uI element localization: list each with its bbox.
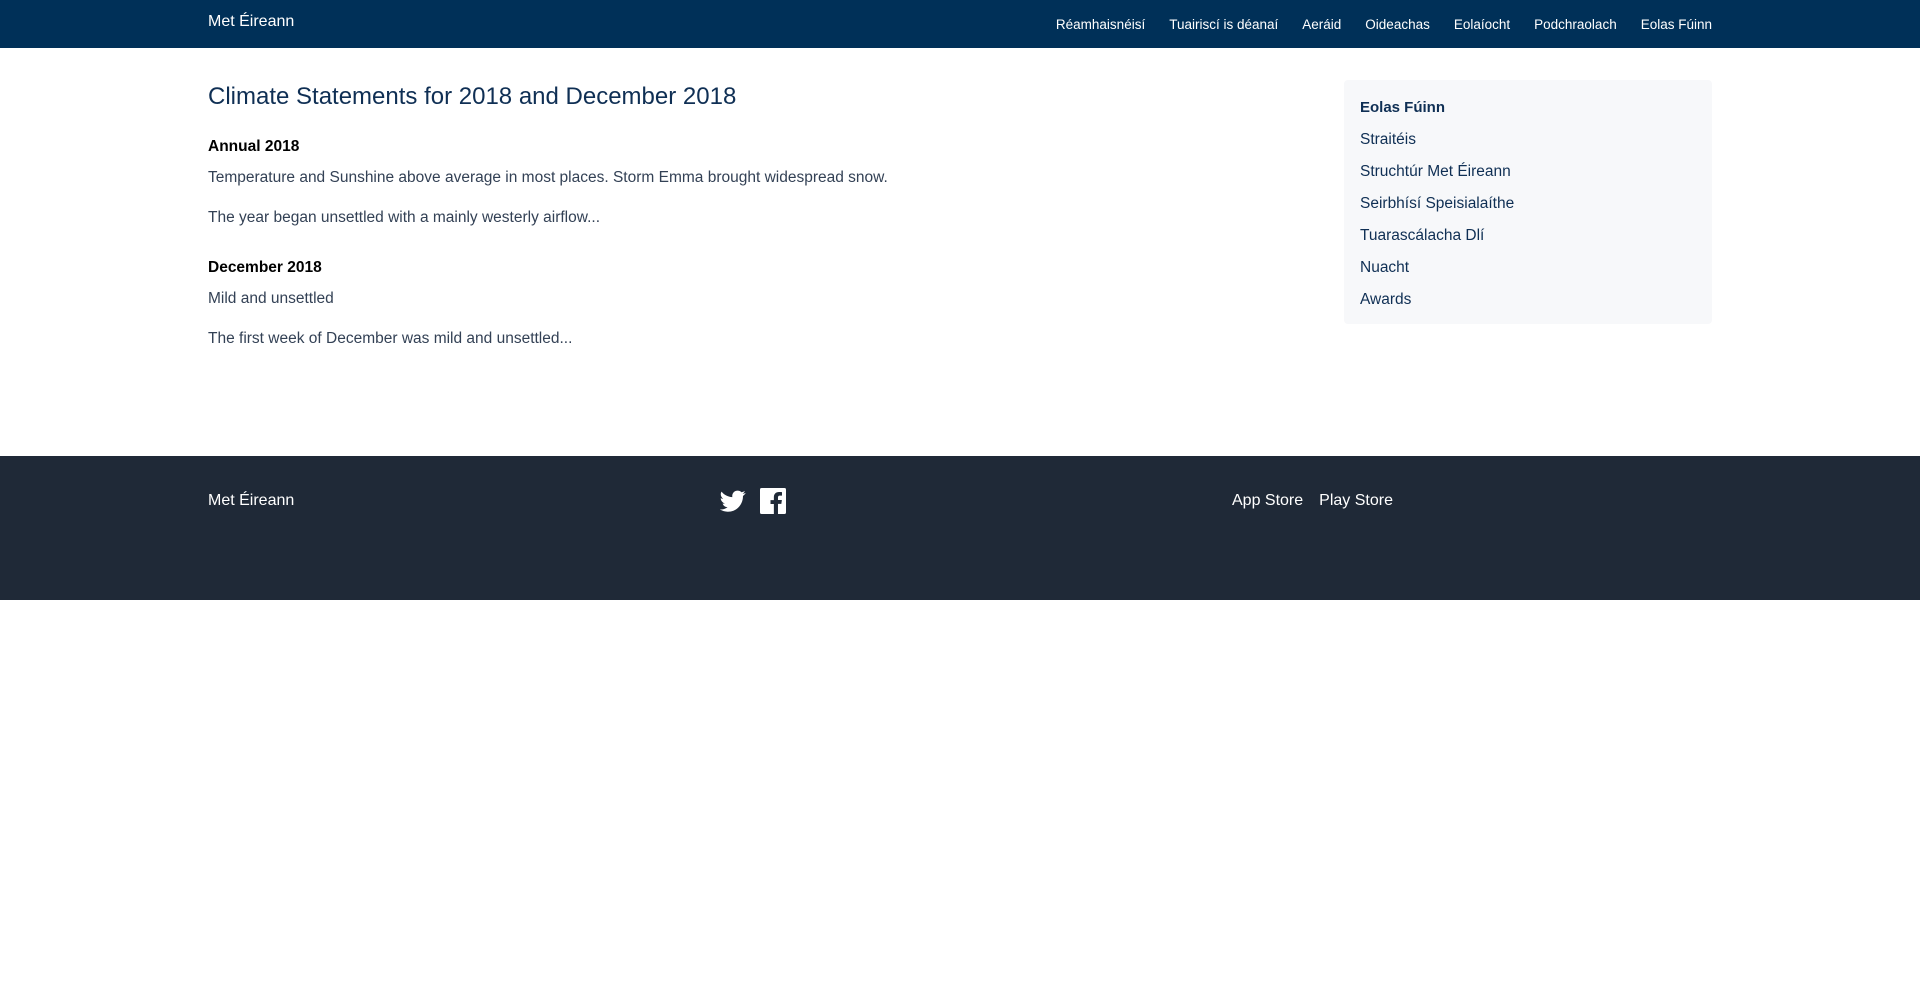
section-summary: Temperature and Sunshine above average i… [208, 169, 888, 186]
top-navigation-bar: Met Éireann Réamhaisnéisí Tuairiscí is d… [0, 0, 1920, 48]
sidebar-link-statutory-reports[interactable]: Tuarascálacha Dlí [1360, 227, 1484, 244]
sidebar-link-strategy[interactable]: Straitéis [1360, 131, 1416, 148]
section-excerpt: The first week of December was mild and … [208, 330, 573, 347]
section-heading[interactable]: December 2018 [208, 258, 1008, 278]
footer-inner: Met Éireann App Store Play Store [208, 456, 1712, 600]
sidebar-item: Struchtúr Met Éireann [1360, 162, 1696, 182]
nav-link-education[interactable]: Oideachas [1365, 17, 1430, 32]
play-store-link[interactable]: Play Store [1319, 492, 1393, 510]
twitter-icon[interactable] [719, 488, 746, 514]
nav-link-about-us[interactable]: Eolas Fúinn [1641, 17, 1712, 32]
climate-statement-annual: Annual 2018 Temperature and Sunshine abo… [208, 137, 1008, 228]
sidebar: Eolas Fúinn Straitéis Struchtúr Met Éire… [1344, 80, 1712, 324]
sidebar-link-awards[interactable]: Awards [1360, 291, 1411, 308]
page-title: Climate Statements for 2018 and December… [208, 83, 737, 110]
sidebar-link-specialised-services[interactable]: Seirbhísí Speisialaíthe [1360, 195, 1514, 212]
content-container: Climate Statements for 2018 and December… [208, 48, 1712, 379]
footer-brand: Met Éireann [208, 492, 295, 509]
main-content: Climate Statements for 2018 and December… [208, 48, 1008, 379]
sidebar-link-news[interactable]: Nuacht [1360, 259, 1409, 276]
section-heading[interactable]: Annual 2018 [208, 137, 1008, 157]
nav-link-latest-reports[interactable]: Tuairiscí is déanaí [1169, 17, 1278, 32]
social-links [719, 488, 786, 514]
brand-link[interactable]: Met Éireann [208, 13, 294, 31]
sidebar-title: Eolas Fúinn [1360, 99, 1446, 116]
sidebar-item: Nuacht [1360, 258, 1696, 278]
nav-link-podcasts[interactable]: Podchraolach [1534, 17, 1617, 32]
facebook-icon[interactable] [760, 488, 786, 514]
main-nav: Réamhaisnéisí Tuairiscí is déanaí Aeráid… [1056, 17, 1712, 32]
sidebar-item: Tuarascálacha Dlí [1360, 226, 1696, 246]
nav-link-forecasts[interactable]: Réamhaisnéisí [1056, 17, 1145, 32]
app-store-link[interactable]: App Store [1232, 492, 1303, 510]
sidebar-item: Straitéis [1360, 130, 1696, 150]
site-footer: Met Éireann App Store Play Store [0, 456, 1920, 600]
section-excerpt: The year began unsettled with a mainly w… [208, 209, 600, 226]
nav-link-science[interactable]: Eolaíocht [1454, 17, 1510, 32]
sidebar-list: Straitéis Struchtúr Met Éireann Seirbhís… [1360, 130, 1696, 310]
section-summary: Mild and unsettled [208, 290, 334, 307]
sidebar-link-structure[interactable]: Struchtúr Met Éireann [1360, 163, 1511, 180]
climate-statement-december: December 2018 Mild and unsettled The fir… [208, 258, 1008, 349]
top-navigation-inner: Met Éireann Réamhaisnéisí Tuairiscí is d… [208, 0, 1712, 48]
sidebar-item: Seirbhísí Speisialaíthe [1360, 194, 1696, 214]
app-store-links: App Store Play Store [1232, 492, 1393, 510]
sidebar-item: Awards [1360, 290, 1696, 310]
nav-link-climate[interactable]: Aeráid [1302, 17, 1341, 32]
